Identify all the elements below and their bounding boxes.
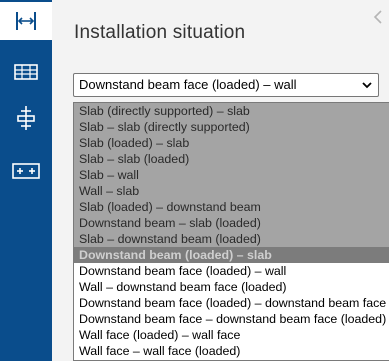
collapse-panel-icon[interactable] — [373, 10, 385, 26]
dropdown-option[interactable]: Downstand beam face (loaded) – wall — [74, 263, 389, 279]
dropdown-option: Slab – slab (loaded) — [74, 151, 389, 167]
dropdown-option[interactable]: Downstand beam (loaded) – slab — [74, 247, 389, 263]
dropdown-option: Slab (loaded) – slab — [74, 135, 389, 151]
dropdown-option[interactable]: Downstand beam face (loaded) – downstand… — [74, 295, 389, 311]
tool-beam-connection[interactable] — [0, 2, 52, 40]
installation-situation-select[interactable]: Downstand beam face (loaded) – wall — [73, 73, 379, 97]
tool-anchor-support[interactable] — [0, 99, 52, 137]
dropdown-option[interactable]: Wall face (loaded) – wall face — [74, 327, 389, 343]
dropdown-option: Slab (directly supported) – slab — [74, 103, 389, 119]
select-value: Downstand beam face (loaded) – wall — [79, 77, 297, 92]
tool-slab-grid[interactable] — [0, 53, 52, 91]
dropdown-option[interactable]: Wall – downstand beam face (loaded) — [74, 279, 389, 295]
dropdown-options-list: Slab (directly supported) – slab Slab – s… — [73, 102, 389, 361]
slab-grid-icon — [14, 64, 38, 80]
dropdown-option: Downstand beam – slab (loaded) — [74, 215, 389, 231]
dropdown-option: Slab – wall — [74, 167, 389, 183]
app-root: Installation situation Downstand beam fa… — [0, 0, 389, 361]
tool-double-plus[interactable] — [0, 152, 52, 190]
dropdown-option: Wall – slab — [74, 183, 389, 199]
dropdown-option[interactable]: Wall face – wall face (loaded) — [74, 343, 389, 359]
left-toolbar — [0, 0, 52, 361]
anchor-support-icon — [17, 106, 35, 130]
panel-title: Installation situation — [74, 22, 246, 43]
dropdown-option: Slab – downstand beam (loaded) — [74, 231, 389, 247]
beam-connection-icon — [16, 12, 36, 30]
dropdown-option: Slab – slab (directly supported) — [74, 119, 389, 135]
chevron-down-icon — [362, 82, 372, 89]
dropdown-option[interactable]: Downstand beam face – downstand beam fac… — [74, 311, 389, 327]
dropdown-option: Slab (loaded) – downstand beam — [74, 199, 389, 215]
double-plus-icon — [12, 163, 40, 179]
